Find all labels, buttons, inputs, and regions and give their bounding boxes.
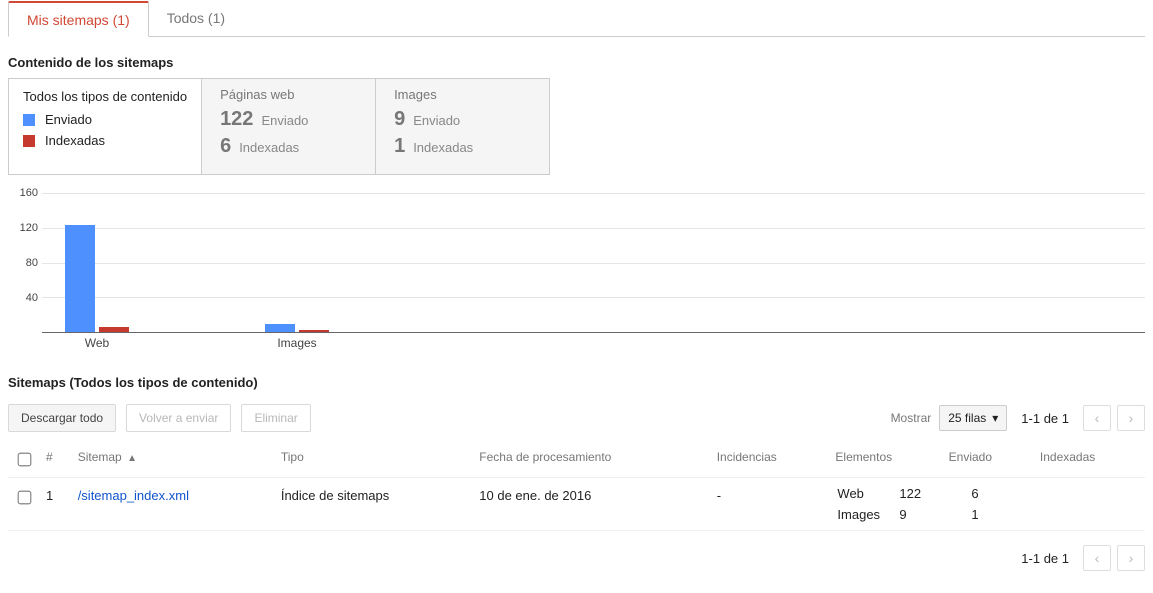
bar-group-images: Images xyxy=(252,324,342,332)
row-checkbox[interactable] xyxy=(18,491,32,505)
chevron-down-icon: ▾ xyxy=(992,411,998,425)
sort-asc-icon: ▲ xyxy=(127,453,137,464)
tab-all-sitemaps[interactable]: Todos (1) xyxy=(149,1,243,37)
ytick-160: 160 xyxy=(20,187,38,199)
ytick-120: 120 xyxy=(20,222,38,234)
images-sent-label: Enviado xyxy=(413,113,460,128)
images-indexed-label: Indexadas xyxy=(413,140,473,155)
sitemaps-table: # Sitemap ▲ Tipo Fecha de procesamiento … xyxy=(8,442,1145,531)
footer-pager: 1-1 de 1 ‹ › xyxy=(8,545,1145,571)
page-info-bottom: 1-1 de 1 xyxy=(1021,551,1069,566)
el-img-label: Images xyxy=(837,505,897,524)
el-web-label: Web xyxy=(837,484,897,503)
chevron-right-icon: › xyxy=(1129,410,1134,426)
bar-images-sent xyxy=(265,324,295,332)
web-indexed-value: 6 xyxy=(220,135,231,158)
sitemap-content-heading: Contenido de los sitemaps xyxy=(8,55,1145,70)
chevron-right-icon: › xyxy=(1129,550,1134,566)
prev-page-button-bottom[interactable]: ‹ xyxy=(1083,545,1111,571)
download-all-button[interactable]: Descargar todo xyxy=(8,404,116,432)
delete-button[interactable]: Eliminar xyxy=(241,404,310,432)
cat-images: Images xyxy=(277,336,316,350)
bar-web-indexed xyxy=(99,327,129,332)
col-num[interactable]: # xyxy=(40,442,72,478)
images-sent-value: 9 xyxy=(394,108,405,131)
select-all-checkbox[interactable] xyxy=(18,453,32,467)
next-page-button[interactable]: › xyxy=(1117,405,1145,431)
show-label: Mostrar xyxy=(891,411,932,425)
row-date: 10 de ene. de 2016 xyxy=(473,478,710,531)
sitemap-link[interactable]: /sitemap_index.xml xyxy=(78,488,189,503)
row-elements-subtable: Web 122 6 Images 9 1 xyxy=(835,482,990,526)
chevron-left-icon: ‹ xyxy=(1095,410,1100,426)
prev-page-button[interactable]: ‹ xyxy=(1083,405,1111,431)
tab-my-sitemaps[interactable]: Mis sitemaps (1) xyxy=(8,1,149,37)
legend-card: Todos los tipos de contenido Enviado Ind… xyxy=(8,78,202,175)
col-issues[interactable]: Incidencias xyxy=(711,442,830,478)
row-index: 1 xyxy=(40,478,72,531)
row-type: Índice de sitemaps xyxy=(275,478,473,531)
table-toolbar: Descargar todo Volver a enviar Eliminar … xyxy=(8,404,1145,432)
chart-yaxis: 160 120 80 40 xyxy=(12,193,42,333)
summary-row: Todos los tipos de contenido Enviado Ind… xyxy=(8,78,1145,175)
stat-card-images-title: Images xyxy=(394,87,531,102)
tabs: Mis sitemaps (1) Todos (1) xyxy=(8,0,1145,37)
bar-images-indexed xyxy=(299,330,329,332)
swatch-sent xyxy=(23,114,35,126)
swatch-indexed xyxy=(23,135,35,147)
col-sent[interactable]: Enviado xyxy=(943,442,1034,478)
web-sent-label: Enviado xyxy=(261,113,308,128)
bar-group-web: Web xyxy=(52,225,142,332)
table-heading: Sitemaps (Todos los tipos de contenido) xyxy=(8,375,1145,390)
legend-item-sent: Enviado xyxy=(23,112,187,127)
col-processed[interactable]: Fecha de procesamiento xyxy=(473,442,710,478)
legend-indexed-label: Indexadas xyxy=(45,133,105,148)
chart-plot: Web Images xyxy=(42,193,1145,333)
next-page-button-bottom[interactable]: › xyxy=(1117,545,1145,571)
el-img-sent: 9 xyxy=(899,505,969,524)
rows-dropdown[interactable]: 25 filas ▾ xyxy=(939,405,1007,431)
stat-card-web[interactable]: Páginas web 122 Enviado 6 Indexadas xyxy=(201,78,376,175)
web-sent-value: 122 xyxy=(220,108,253,131)
col-elements[interactable]: Elementos xyxy=(829,442,942,478)
resend-button[interactable]: Volver a enviar xyxy=(126,404,231,432)
col-indexed[interactable]: Indexadas xyxy=(1034,442,1145,478)
stat-card-images[interactable]: Images 9 Enviado 1 Indexadas xyxy=(375,78,550,175)
legend-title: Todos los tipos de contenido xyxy=(23,89,187,104)
rows-dropdown-value: 25 filas xyxy=(948,411,986,425)
col-sitemap[interactable]: Sitemap ▲ xyxy=(72,442,275,478)
el-img-indexed: 1 xyxy=(971,505,988,524)
row-issues: - xyxy=(711,478,830,531)
images-indexed-value: 1 xyxy=(394,135,405,158)
page-info-top: 1-1 de 1 xyxy=(1021,411,1069,426)
legend-sent-label: Enviado xyxy=(45,112,92,127)
table-row: 1 /sitemap_index.xml Índice de sitemaps … xyxy=(8,478,1145,531)
bar-web-sent xyxy=(65,225,95,332)
cat-web: Web xyxy=(85,336,109,350)
el-web-sent: 122 xyxy=(899,484,969,503)
chevron-left-icon: ‹ xyxy=(1095,550,1100,566)
legend-item-indexed: Indexadas xyxy=(23,133,187,148)
ytick-40: 40 xyxy=(26,292,38,304)
el-web-indexed: 6 xyxy=(971,484,988,503)
stat-card-web-title: Páginas web xyxy=(220,87,357,102)
col-sitemap-label: Sitemap xyxy=(78,450,122,464)
col-type[interactable]: Tipo xyxy=(275,442,473,478)
web-indexed-label: Indexadas xyxy=(239,140,299,155)
chart: 160 120 80 40 Web Images xyxy=(8,193,1145,357)
ytick-80: 80 xyxy=(26,257,38,269)
